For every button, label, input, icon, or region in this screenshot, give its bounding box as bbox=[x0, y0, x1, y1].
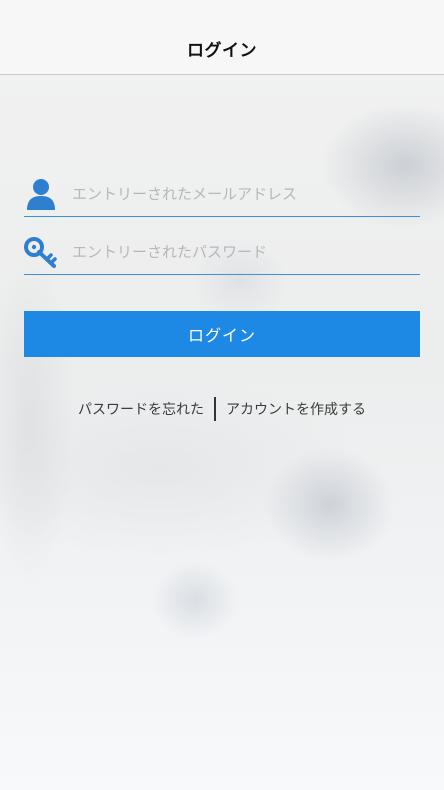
forgot-password-link[interactable]: パスワードを忘れた bbox=[78, 399, 204, 419]
password-input[interactable] bbox=[72, 237, 412, 267]
email-field[interactable] bbox=[24, 173, 420, 217]
login-button[interactable]: ログイン bbox=[24, 311, 420, 357]
key-icon bbox=[24, 237, 57, 268]
user-icon bbox=[27, 179, 55, 210]
navigation-bar: ログイン bbox=[0, 0, 444, 75]
create-account-link[interactable]: アカウントを作成する bbox=[226, 399, 366, 419]
account-links: パスワードを忘れた アカウントを作成する bbox=[0, 396, 444, 422]
password-field[interactable] bbox=[24, 231, 420, 275]
email-input[interactable] bbox=[72, 179, 412, 209]
link-divider bbox=[214, 397, 216, 421]
page-title: ログイン bbox=[187, 41, 257, 61]
background-image bbox=[0, 0, 444, 790]
